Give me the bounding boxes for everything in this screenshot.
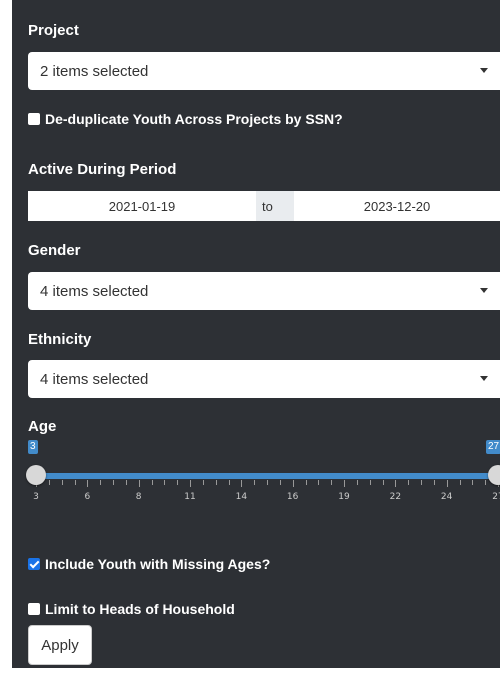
slider-tick [87, 480, 89, 487]
slider-minor-tick [254, 480, 256, 485]
age-to-value: 27 [486, 440, 500, 454]
slider-minor-tick [382, 480, 384, 485]
slider-minor-tick [305, 480, 307, 485]
heads-of-household-checkbox-box[interactable] [28, 603, 40, 615]
age-to-handle[interactable] [488, 465, 500, 485]
gender-select-value: 4 items selected [40, 282, 149, 300]
slider-minor-tick [433, 480, 435, 485]
slider-minor-tick [331, 480, 333, 485]
dedupe-checkbox[interactable]: De-duplicate Youth Across Projects by SS… [28, 111, 343, 127]
slider-minor-tick [472, 480, 474, 485]
dedupe-checkbox-box[interactable] [28, 113, 40, 125]
slider-tick [138, 480, 140, 487]
end-date-input[interactable]: 2023-12-20 [294, 191, 500, 221]
dedupe-checkbox-label: De-duplicate Youth Across Projects by SS… [45, 111, 343, 127]
slider-minor-tick [369, 480, 371, 485]
slider-minor-tick [151, 480, 153, 485]
missing-ages-checkbox[interactable]: Include Youth with Missing Ages? [28, 556, 270, 572]
slider-minor-tick [421, 480, 422, 485]
slider-tick [292, 480, 294, 487]
age-from-value: 3 [28, 440, 38, 454]
heads-of-household-checkbox[interactable]: Limit to Heads of Household [28, 601, 235, 617]
slider-tick [344, 480, 345, 487]
slider-minor-tick [279, 480, 281, 485]
slider-minor-tick [485, 480, 487, 485]
active-period-label: Active During Period [28, 161, 177, 178]
slider-minor-tick [113, 480, 114, 485]
chevron-down-icon [480, 376, 488, 381]
slider-tick-label: 11 [184, 492, 196, 502]
slider-tick-label: 27 [492, 492, 500, 502]
slider-minor-tick [164, 480, 166, 485]
chevron-down-icon [480, 68, 488, 73]
apply-button[interactable]: Apply [28, 625, 92, 665]
slider-tick [241, 480, 243, 487]
missing-ages-checkbox-box[interactable] [28, 558, 40, 570]
slider-tick [395, 480, 397, 487]
slider-minor-tick [267, 480, 268, 485]
slider-minor-tick [100, 480, 102, 485]
date-range-input: 2021-01-19 to 2023-12-20 [28, 191, 500, 221]
slider-tick-label: 16 [286, 492, 299, 502]
slider-minor-tick [74, 480, 76, 485]
slider-tick-label: 24 [440, 492, 453, 502]
slider-tick-label: 14 [235, 492, 248, 502]
slider-minor-tick [215, 480, 217, 485]
gender-label: Gender [28, 242, 81, 259]
age-from-handle[interactable] [26, 465, 46, 485]
slider-tick-label: 8 [135, 492, 142, 502]
slider-tick-label: 19 [338, 492, 350, 502]
slider-tick [190, 480, 191, 487]
gender-select[interactable]: 4 items selected [28, 272, 500, 310]
slider-tick-label: 22 [389, 492, 402, 502]
slider-minor-tick [125, 480, 127, 485]
slider-tick-label: 3 [33, 492, 39, 502]
slider-minor-tick [459, 480, 461, 485]
slider-tick [446, 480, 448, 487]
project-select[interactable]: 2 items selected [28, 52, 500, 90]
heads-of-household-checkbox-label: Limit to Heads of Household [45, 601, 235, 617]
slider-minor-tick [318, 480, 320, 485]
slider-minor-tick [202, 480, 204, 485]
ethnicity-select[interactable]: 4 items selected [28, 360, 500, 398]
ethnicity-label: Ethnicity [28, 331, 92, 348]
slider-minor-tick [228, 480, 230, 485]
slider-minor-tick [177, 480, 179, 485]
slider-minor-tick [356, 480, 358, 485]
filter-panel: Project 2 items selected De-duplicate Yo… [12, 0, 500, 668]
missing-ages-checkbox-label: Include Youth with Missing Ages? [45, 556, 271, 572]
project-select-value: 2 items selected [40, 62, 149, 80]
slider-minor-tick [61, 480, 63, 485]
date-range-separator: to [256, 191, 294, 221]
age-label: Age [28, 418, 57, 435]
age-range-slider[interactable]: 3 27 3 6 8 11 14 16 19 22 24 27 [26, 440, 500, 510]
slider-track[interactable] [36, 473, 498, 479]
slider-minor-tick [48, 480, 50, 485]
slider-minor-tick [408, 480, 410, 485]
slider-tick-label: 6 [84, 492, 91, 502]
ethnicity-select-value: 4 items selected [40, 370, 149, 388]
chevron-down-icon [480, 288, 488, 293]
project-label: Project [28, 22, 79, 39]
start-date-input[interactable]: 2021-01-19 [28, 191, 256, 221]
